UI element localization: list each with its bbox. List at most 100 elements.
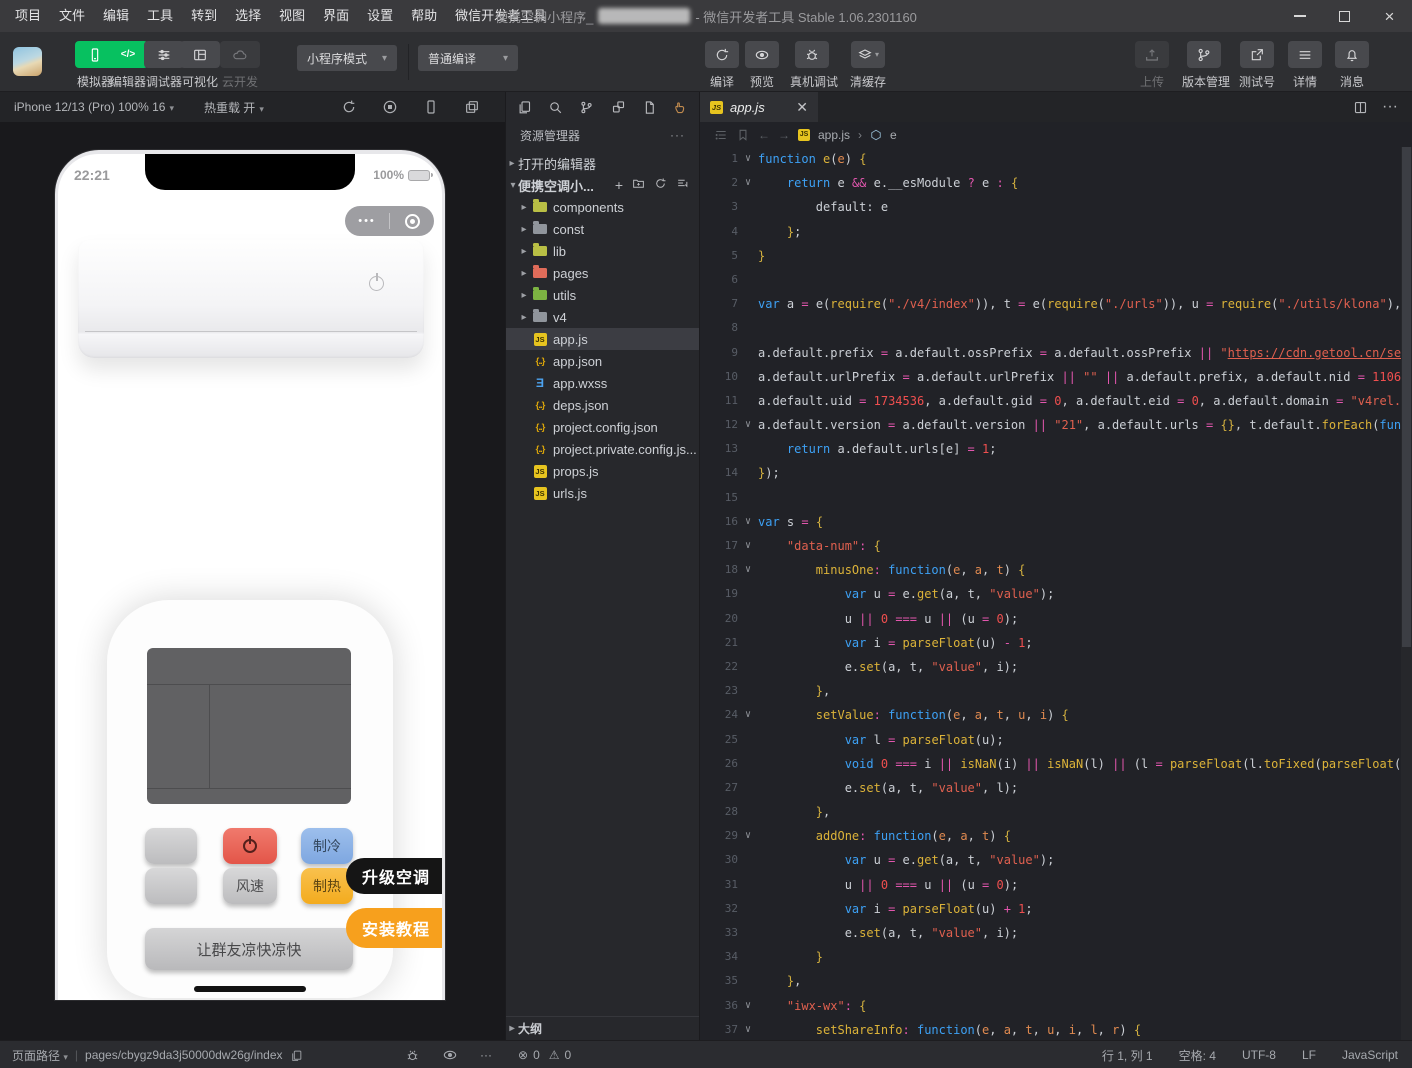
maximize-button[interactable]: [1322, 0, 1367, 32]
statusbar-encoding[interactable]: UTF-8: [1242, 1048, 1276, 1062]
editor-more-icon[interactable]: ···: [1382, 98, 1398, 116]
hand-tool-icon[interactable]: [669, 100, 693, 115]
search-icon[interactable]: [543, 100, 567, 115]
code-line-12[interactable]: 12∨a.default.version = a.default.version…: [700, 413, 1401, 437]
bookmark-icon[interactable]: [736, 128, 750, 142]
code-line-37[interactable]: 37∨ setShareInfo: function(e, a, t, u, i…: [700, 1018, 1401, 1040]
fold-icon[interactable]: ∨: [738, 994, 758, 1018]
menu-帮助[interactable]: 帮助: [402, 0, 446, 32]
statusbar-more-icon[interactable]: ···: [480, 1048, 492, 1062]
code-line-4[interactable]: 4 };: [700, 220, 1401, 244]
menu-工具[interactable]: 工具: [138, 0, 182, 32]
section-open-editors[interactable]: ▸打开的编辑器: [506, 152, 699, 174]
tree-item-deps.json[interactable]: {..}deps.json: [506, 394, 699, 416]
menu-选择[interactable]: 选择: [226, 0, 270, 32]
remote-blank-button-1[interactable]: [145, 828, 197, 864]
file-doc-icon[interactable]: [638, 100, 662, 115]
tree-item-lib[interactable]: ▸lib: [506, 240, 699, 262]
action-上传[interactable]: 上传: [1130, 41, 1174, 90]
tree-item-const[interactable]: ▸const: [506, 218, 699, 240]
tree-item-v4[interactable]: ▸v4: [506, 306, 699, 328]
code-line-3[interactable]: 3 default: e: [700, 195, 1401, 219]
multi-window-icon[interactable]: [464, 99, 505, 115]
statusbar-preview-icon[interactable]: [442, 1047, 458, 1063]
nav-back-icon[interactable]: ←: [758, 128, 770, 142]
mode-select[interactable]: 小程序模式▾: [297, 45, 397, 71]
tree-item-project.config.json[interactable]: {..}project.config.json: [506, 416, 699, 438]
copy-path-icon[interactable]: [290, 1049, 303, 1062]
code-line-5[interactable]: 5}: [700, 244, 1401, 268]
code-line-6[interactable]: 6: [700, 268, 1401, 292]
action-测试号[interactable]: 测试号: [1235, 41, 1279, 90]
fold-icon[interactable]: ∨: [738, 534, 758, 558]
code-line-26[interactable]: 26 void 0 === i || isNaN(i) || isNaN(l) …: [700, 752, 1401, 776]
problems-indicator[interactable]: ⊗ 0 ⚠ 0: [518, 1041, 571, 1068]
code-line-32[interactable]: 32 var i = parseFloat(u) + 1;: [700, 897, 1401, 921]
code-line-36[interactable]: 36∨ "iwx-wx": {: [700, 994, 1401, 1018]
page-path-label[interactable]: 页面路径 ▾: [12, 1047, 68, 1064]
code-line-9[interactable]: 9a.default.prefix = a.default.ossPrefix …: [700, 341, 1401, 365]
fold-icon[interactable]: ∨: [738, 171, 758, 195]
device-selector[interactable]: iPhone 12/13 (Pro) 100% 16▾: [0, 100, 174, 114]
menu-界面[interactable]: 界面: [314, 0, 358, 32]
code-line-30[interactable]: 30 var u = e.get(a, t, "value");: [700, 848, 1401, 872]
code-line-31[interactable]: 31 u || 0 === u || (u = 0);: [700, 873, 1401, 897]
code-line-15[interactable]: 15: [700, 486, 1401, 510]
page-path-value[interactable]: pages/cbygz9da3j50000dw26g/index: [85, 1048, 283, 1062]
code-line-28[interactable]: 28 },: [700, 800, 1401, 824]
code-line-13[interactable]: 13 return a.default.urls[e] = 1;: [700, 437, 1401, 461]
fold-icon[interactable]: ∨: [738, 413, 758, 437]
code-line-25[interactable]: 25 var l = parseFloat(u);: [700, 728, 1401, 752]
action-预览[interactable]: 预览: [740, 41, 784, 90]
statusbar-debug-icon[interactable]: [405, 1048, 420, 1063]
tree-item-props.js[interactable]: JSprops.js: [506, 460, 699, 482]
tree-item-pages[interactable]: ▸pages: [506, 262, 699, 284]
code-line-14[interactable]: 14});: [700, 461, 1401, 485]
avatar[interactable]: [13, 47, 42, 76]
nav-forward-icon[interactable]: →: [778, 128, 790, 142]
statusbar-cursor-position[interactable]: 行 1, 列 1: [1102, 1047, 1153, 1064]
stop-icon[interactable]: [382, 99, 423, 115]
fold-icon[interactable]: ∨: [738, 703, 758, 727]
menu-文件[interactable]: 文件: [50, 0, 94, 32]
section-project-root[interactable]: ▾便携空调小...+: [506, 174, 699, 196]
more-menu-icon[interactable]: •••: [345, 215, 389, 227]
statusbar-indent-spaces[interactable]: 空格: 4: [1179, 1047, 1216, 1064]
rotate-icon[interactable]: [341, 99, 382, 115]
fold-icon[interactable]: ∨: [738, 1018, 758, 1040]
remote-blank-button-2[interactable]: [145, 868, 197, 904]
editor-scrollbar[interactable]: [1401, 147, 1412, 1040]
menu-编辑[interactable]: 编辑: [94, 0, 138, 32]
refresh-explorer-icon[interactable]: [654, 177, 667, 193]
code-editor[interactable]: 1∨function e(e) {2∨ return e && e.__esMo…: [700, 147, 1401, 1040]
code-line-20[interactable]: 20 u || 0 === u || (u = 0);: [700, 607, 1401, 631]
code-line-34[interactable]: 34 }: [700, 945, 1401, 969]
floating-badge-升级空调[interactable]: 升级空调: [346, 858, 442, 894]
miniprogram-capsule[interactable]: •••: [345, 206, 434, 236]
code-line-35[interactable]: 35 },: [700, 969, 1401, 993]
code-line-24[interactable]: 24∨ setValue: function(e, a, t, u, i) {: [700, 703, 1401, 727]
code-line-27[interactable]: 27 e.set(a, t, "value", l);: [700, 776, 1401, 800]
mode-button-云开发[interactable]: 云开发: [208, 41, 272, 90]
code-line-21[interactable]: 21 var i = parseFloat(u) - 1;: [700, 631, 1401, 655]
code-line-8[interactable]: 8: [700, 316, 1401, 340]
tree-item-app.json[interactable]: {..}app.json: [506, 350, 699, 372]
code-line-17[interactable]: 17∨ "data-num": {: [700, 534, 1401, 558]
action-版本管理[interactable]: 版本管理: [1182, 41, 1226, 90]
action-详情[interactable]: 详情: [1283, 41, 1327, 90]
breadcrumb-file[interactable]: app.js: [818, 128, 850, 142]
action-消息[interactable]: 消息: [1330, 41, 1374, 90]
new-folder-icon[interactable]: [632, 177, 645, 193]
code-line-10[interactable]: 10a.default.urlPrefix = a.default.urlPre…: [700, 365, 1401, 389]
code-line-33[interactable]: 33 e.set(a, t, "value", i);: [700, 921, 1401, 945]
tab-app-js[interactable]: JS app.js ✕: [700, 92, 818, 122]
new-file-icon[interactable]: +: [615, 177, 623, 193]
menu-设置[interactable]: 设置: [358, 0, 402, 32]
code-line-7[interactable]: 7var a = e(require("./v4/index")), t = e…: [700, 292, 1401, 316]
remote-share-button[interactable]: 让群友凉快凉快: [145, 928, 353, 970]
code-line-16[interactable]: 16∨var s = {: [700, 510, 1401, 534]
action-真机调试[interactable]: 真机调试: [790, 41, 834, 90]
action-清缓存[interactable]: ▾清缓存: [846, 41, 890, 90]
tab-close-icon[interactable]: ✕: [796, 99, 808, 116]
code-line-29[interactable]: 29∨ addOne: function(e, a, t) {: [700, 824, 1401, 848]
